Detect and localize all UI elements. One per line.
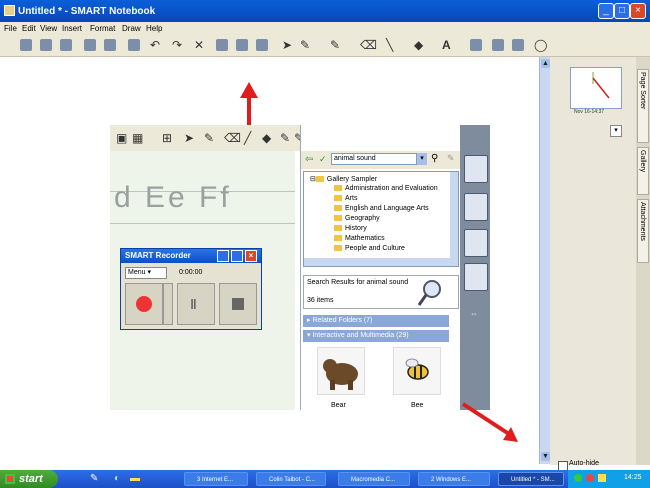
taskbar-item[interactable]: Colin Talbot - C... xyxy=(256,472,326,486)
clock: 14:25 xyxy=(624,474,642,481)
system-tray: 14:25 xyxy=(568,470,650,488)
windows-logo-icon xyxy=(5,474,15,484)
tray-icon[interactable] xyxy=(598,474,606,482)
start-button[interactable]: start xyxy=(0,470,58,488)
arrow-down-right xyxy=(461,402,518,442)
arrow-up xyxy=(240,82,258,125)
taskbar-item[interactable]: 3 Internet E... xyxy=(184,472,248,486)
tray-icon[interactable] xyxy=(574,474,582,482)
quicklaunch-icon[interactable]: ✎ xyxy=(90,473,98,484)
taskbar: start ✎ ◐ ▬ 3 Internet E... Colin Talbot… xyxy=(0,470,650,488)
tray-icon[interactable] xyxy=(586,474,594,482)
quicklaunch-icon[interactable]: ◐ xyxy=(114,473,120,484)
taskbar-item-active[interactable]: Untitled * - SM... xyxy=(498,472,564,486)
quicklaunch-icon[interactable]: ▬ xyxy=(130,473,140,484)
taskbar-item[interactable]: 2 Windows E... xyxy=(418,472,490,486)
annotation-arrows xyxy=(240,82,518,442)
taskbar-item[interactable]: Macromedia C... xyxy=(338,472,410,486)
